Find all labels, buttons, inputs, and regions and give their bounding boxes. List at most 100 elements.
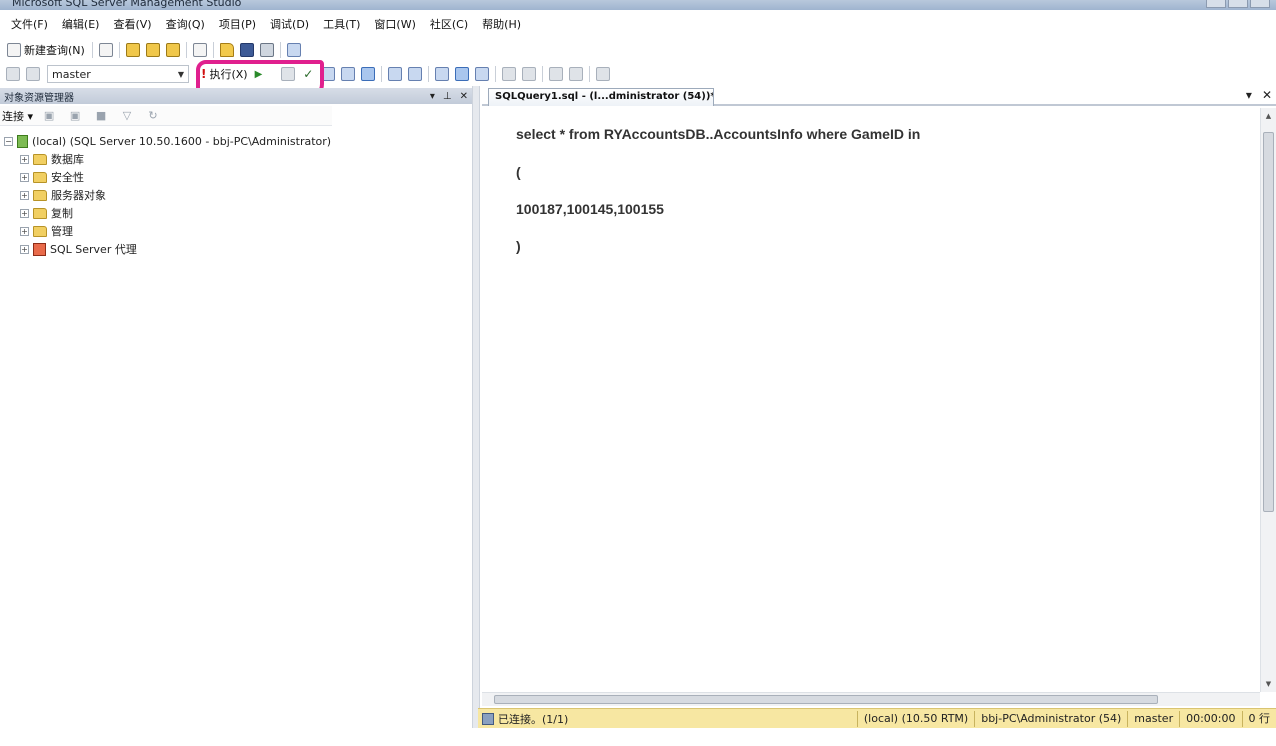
actual-plan-button[interactable] bbox=[407, 65, 423, 83]
toolbar-separator bbox=[279, 42, 281, 58]
menu-query[interactable]: 查询(Q) bbox=[159, 14, 212, 36]
uncomment-button[interactable] bbox=[521, 65, 537, 83]
close-tab-icon[interactable]: ✕ bbox=[1262, 88, 1272, 102]
expand-icon[interactable]: + bbox=[20, 226, 29, 236]
query-options-button[interactable] bbox=[360, 65, 376, 83]
execute-icon: ! bbox=[201, 67, 207, 81]
parse-button[interactable]: ✓ bbox=[300, 65, 316, 83]
chevron-down-icon: ▼ bbox=[177, 69, 184, 79]
expand-icon[interactable]: + bbox=[20, 154, 29, 164]
disconnect-icon[interactable]: ▣ bbox=[67, 107, 83, 125]
cancel-query-button[interactable] bbox=[280, 65, 296, 83]
new-file-button[interactable] bbox=[98, 41, 114, 59]
menu-file[interactable]: 文件(F) bbox=[4, 14, 55, 36]
database-engine-query-button[interactable] bbox=[125, 41, 141, 59]
tab-sqlquery1[interactable]: SQLQuery1.sql - (l...dministrator (54))* bbox=[488, 88, 714, 106]
available-databases-dropdown[interactable]: master ▼ bbox=[47, 65, 189, 83]
code-line: 100187,100145,100155 bbox=[516, 201, 664, 217]
results-file-icon bbox=[475, 67, 490, 81]
tree-node-label: 服务器对象 bbox=[51, 189, 106, 202]
panel-menu-icon[interactable]: ▾ bbox=[430, 91, 435, 102]
refresh-icon[interactable]: ↻ bbox=[145, 107, 161, 125]
query-editor[interactable]: select * from RYAccountsDB..AccountsInfo… bbox=[482, 108, 1260, 692]
menu-project[interactable]: 项目(P) bbox=[212, 14, 263, 36]
connection-status: 已连接。(1/1) bbox=[478, 711, 857, 727]
maximize-button[interactable] bbox=[1228, 0, 1248, 8]
stop-icon[interactable]: ■ bbox=[93, 107, 109, 125]
save-icon bbox=[239, 43, 254, 57]
tree-node-label: 数据库 bbox=[51, 153, 84, 166]
vertical-scroll-thumb[interactable] bbox=[1263, 132, 1274, 512]
connect-dropdown[interactable]: 连接 ▾ bbox=[2, 108, 33, 124]
status-elapsed: 00:00:00 bbox=[1179, 710, 1241, 727]
filter-icon[interactable]: ▽ bbox=[119, 107, 135, 125]
expand-icon[interactable]: + bbox=[20, 172, 29, 182]
minimize-button[interactable] bbox=[1206, 0, 1226, 8]
results-to-file-button[interactable] bbox=[474, 65, 490, 83]
sql-editor-toolbar: master ▼ ! 执行(X) ▶ ✓ bbox=[0, 62, 1276, 86]
tree-node-databases[interactable]: + 数据库 bbox=[0, 150, 472, 168]
horizontal-scrollbar[interactable] bbox=[482, 692, 1260, 706]
expand-icon[interactable]: + bbox=[20, 244, 29, 254]
save-button[interactable] bbox=[239, 41, 255, 59]
object-explorer-tree: − (local) (SQL Server 10.50.1600 - bbj-P… bbox=[0, 132, 472, 258]
debug-play-icon[interactable]: ▶ bbox=[255, 69, 263, 80]
open-file-button[interactable] bbox=[219, 41, 235, 59]
vertical-scrollbar[interactable]: ▲ ▼ bbox=[1260, 108, 1276, 692]
outdent-icon bbox=[549, 67, 564, 81]
results-to-text-button[interactable] bbox=[434, 65, 450, 83]
menu-window[interactable]: 窗口(W) bbox=[367, 14, 422, 36]
specify-values-button[interactable] bbox=[595, 65, 611, 83]
mdx-query-button[interactable] bbox=[165, 41, 181, 59]
analysis-query-button[interactable] bbox=[145, 41, 161, 59]
new-query-button[interactable]: 新建查询(N) bbox=[3, 40, 89, 60]
uncomment-icon bbox=[522, 67, 537, 81]
close-icon[interactable]: ✕ bbox=[460, 91, 468, 102]
document-icon bbox=[192, 43, 207, 57]
query-designer-button[interactable] bbox=[340, 65, 356, 83]
pin-icon[interactable]: ⊥ bbox=[443, 91, 452, 102]
connect-query-button[interactable] bbox=[5, 65, 21, 83]
new-document-button[interactable] bbox=[192, 41, 208, 59]
results-to-grid-button[interactable] bbox=[454, 65, 470, 83]
sql-agent-icon bbox=[33, 242, 46, 256]
tree-node-security[interactable]: + 安全性 bbox=[0, 168, 472, 186]
server-node[interactable]: − (local) (SQL Server 10.50.1600 - bbj-P… bbox=[0, 132, 472, 150]
increase-indent-button[interactable] bbox=[568, 65, 584, 83]
server-node-label: (local) (SQL Server 10.50.1600 - bbj-PC\… bbox=[32, 134, 332, 148]
scroll-down-icon[interactable]: ▼ bbox=[1263, 680, 1274, 690]
expand-icon[interactable]: + bbox=[20, 208, 29, 218]
tree-node-sql-agent[interactable]: + SQL Server 代理 bbox=[0, 240, 472, 258]
print-button[interactable] bbox=[259, 41, 275, 59]
connect-icon[interactable]: ▣ bbox=[41, 107, 57, 125]
tree-node-replication[interactable]: + 复制 bbox=[0, 204, 472, 222]
menu-help[interactable]: 帮助(H) bbox=[475, 14, 528, 36]
menu-debug[interactable]: 调试(D) bbox=[263, 14, 316, 36]
menu-tools[interactable]: 工具(T) bbox=[316, 14, 367, 36]
comment-button[interactable] bbox=[501, 65, 517, 83]
tree-node-server-objects[interactable]: + 服务器对象 bbox=[0, 186, 472, 204]
tree-node-management[interactable]: + 管理 bbox=[0, 222, 472, 240]
activity-monitor-button[interactable] bbox=[286, 41, 302, 59]
menu-view[interactable]: 查看(V) bbox=[106, 14, 158, 36]
toolbar-separator bbox=[381, 66, 383, 82]
intellisense-button[interactable] bbox=[387, 65, 403, 83]
scroll-up-icon[interactable]: ▲ bbox=[1263, 112, 1274, 122]
expand-icon[interactable]: + bbox=[20, 190, 29, 200]
new-file-icon bbox=[98, 43, 113, 57]
panel-splitter[interactable] bbox=[472, 86, 480, 730]
tab-list-icon[interactable]: ▾ bbox=[1246, 88, 1252, 102]
execute-button[interactable]: ! 执行(X) ▶ bbox=[197, 64, 266, 84]
decrease-indent-button[interactable] bbox=[548, 65, 564, 83]
close-window-button[interactable] bbox=[1250, 0, 1270, 8]
editor-tab-bar: SQLQuery1.sql - (l...dministrator (54))*… bbox=[482, 88, 1276, 106]
stop-icon bbox=[281, 67, 296, 81]
menu-community[interactable]: 社区(C) bbox=[423, 14, 475, 36]
collapse-icon[interactable]: − bbox=[4, 136, 13, 146]
bottom-area bbox=[0, 728, 1276, 746]
activity-monitor-icon bbox=[286, 43, 301, 57]
menu-edit[interactable]: 编辑(E) bbox=[55, 14, 107, 36]
change-connection-button[interactable] bbox=[25, 65, 41, 83]
estimated-plan-button[interactable] bbox=[320, 65, 336, 83]
horizontal-scroll-thumb[interactable] bbox=[494, 695, 1158, 704]
